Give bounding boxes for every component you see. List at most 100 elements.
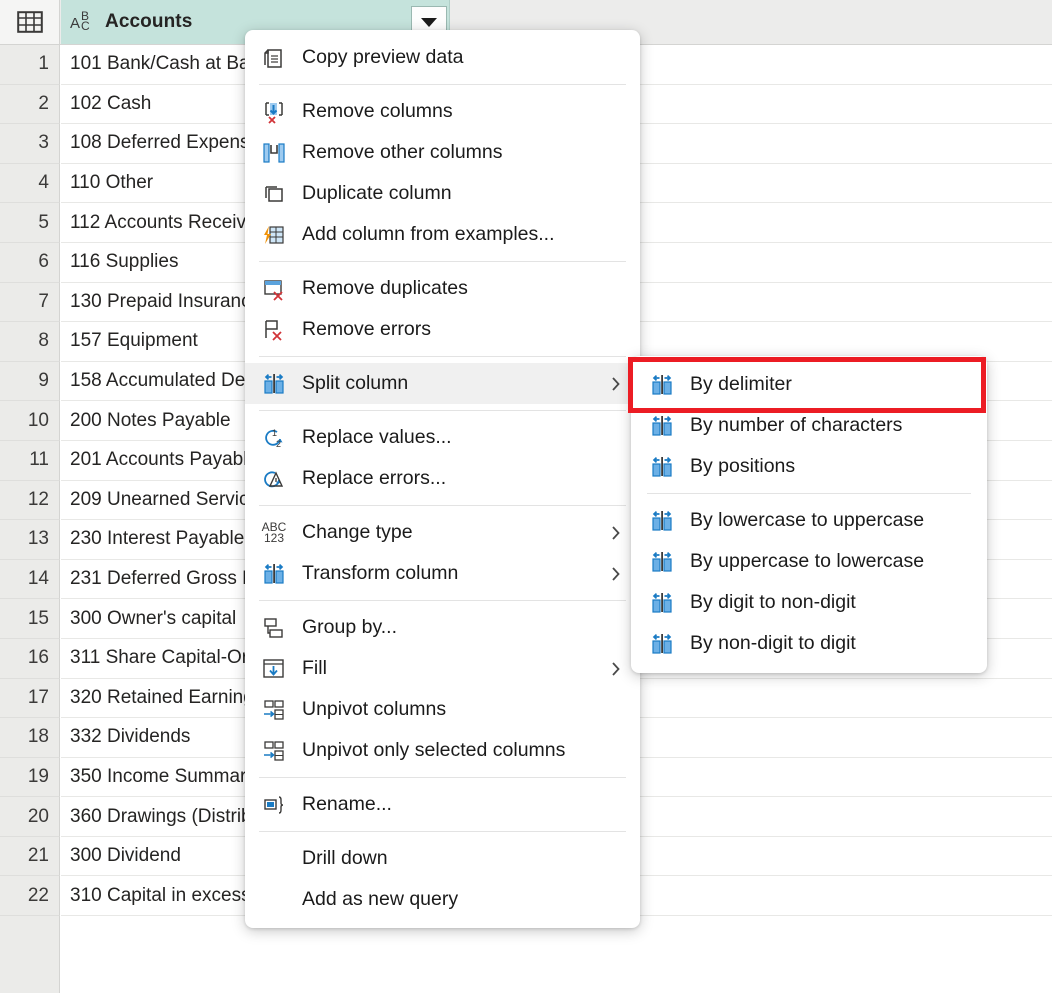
split-column-icon: [647, 589, 677, 617]
chevron-right-icon: [609, 373, 623, 395]
unpivot-columns-icon: [259, 696, 289, 724]
menu-item-unpivot-only-selected-columns[interactable]: Unpivot only selected columns: [245, 730, 640, 771]
remove-columns-icon: [259, 98, 289, 126]
row-number[interactable]: 1: [0, 45, 60, 85]
submenu-item-by-lowercase-to-uppercase[interactable]: By lowercase to uppercase: [631, 500, 987, 541]
row-number[interactable]: 4: [0, 164, 60, 204]
menu-item-label: By positions: [690, 455, 973, 478]
type-letter-c: C: [81, 19, 90, 33]
chevron-down-icon: [421, 18, 437, 27]
text-type-icon: A B C: [70, 9, 98, 35]
menu-item-remove-duplicates[interactable]: Remove duplicates: [245, 268, 640, 309]
row-number[interactable]: 12: [0, 481, 60, 521]
replace-errors-icon: [259, 465, 289, 493]
row-number[interactable]: 6: [0, 243, 60, 283]
row-number[interactable]: 3: [0, 124, 60, 164]
duplicate-column-icon: [259, 180, 289, 208]
submenu-item-by-digit-to-non-digit[interactable]: By digit to non-digit: [631, 582, 987, 623]
split-column-submenu[interactable]: By delimiter By number of characters By po…: [631, 356, 987, 673]
row-number[interactable]: 11: [0, 441, 60, 481]
menu-item-copy-preview-data[interactable]: Copy preview data: [245, 37, 640, 78]
menu-item-label: Remove duplicates: [302, 277, 626, 300]
menu-separator: [647, 493, 971, 494]
row-number[interactable]: 15: [0, 599, 60, 639]
menu-separator: [259, 356, 626, 357]
row-number[interactable]: 14: [0, 560, 60, 600]
row-number[interactable]: 10: [0, 401, 60, 441]
menu-item-label: Duplicate column: [302, 182, 626, 205]
menu-item-label: Replace values...: [302, 426, 626, 449]
row-number[interactable]: 9: [0, 362, 60, 402]
submenu-item-by-number-of-characters[interactable]: By number of characters: [631, 405, 987, 446]
menu-item-label: Split column: [302, 372, 609, 395]
transform-column-icon: [259, 560, 289, 588]
row-number[interactable]: 20: [0, 797, 60, 837]
row-number[interactable]: 17: [0, 679, 60, 719]
fill-down-icon: [259, 655, 289, 683]
row-number[interactable]: 7: [0, 283, 60, 323]
row-number[interactable]: 18: [0, 718, 60, 758]
menu-item-label: By lowercase to uppercase: [690, 509, 973, 532]
row-number[interactable]: 22: [0, 876, 60, 916]
submenu-item-by-delimiter[interactable]: By delimiter: [631, 364, 987, 405]
column-header-label: Accounts: [105, 11, 192, 33]
submenu-item-by-non-digit-to-digit[interactable]: By non-digit to digit: [631, 623, 987, 664]
menu-separator: [259, 777, 626, 778]
power-query-preview: A B C Accounts 1101 Bank/Cash at Bank210…: [0, 0, 1052, 993]
menu-item-label: Remove errors: [302, 318, 626, 341]
svg-text:2: 2: [276, 439, 281, 449]
menu-item-label: Add column from examples...: [302, 223, 626, 246]
table-grid-icon: [17, 11, 43, 33]
menu-item-add-as-new-query[interactable]: Add as new query: [245, 879, 640, 920]
row-number[interactable]: 5: [0, 203, 60, 243]
menu-item-remove-columns[interactable]: Remove columns: [245, 91, 640, 132]
menu-item-group-by[interactable]: Group by...: [245, 607, 640, 648]
column-context-menu[interactable]: Copy preview data Remove columns Remove ot…: [245, 30, 640, 928]
row-number[interactable]: 8: [0, 322, 60, 362]
split-column-icon: [647, 507, 677, 535]
menu-item-fill[interactable]: Fill: [245, 648, 640, 689]
submenu-item-by-uppercase-to-lowercase[interactable]: By uppercase to lowercase: [631, 541, 987, 582]
chevron-right-icon: [609, 563, 623, 585]
menu-item-label: By delimiter: [690, 373, 973, 396]
menu-item-label: By uppercase to lowercase: [690, 550, 973, 573]
menu-item-add-column-from-examples[interactable]: Add column from examples...: [245, 214, 640, 255]
row-number[interactable]: 19: [0, 758, 60, 798]
menu-item-replace-errors[interactable]: Replace errors...: [245, 458, 640, 499]
menu-separator: [259, 410, 626, 411]
split-column-icon: [647, 630, 677, 658]
menu-item-change-type[interactable]: ABC123Change type: [245, 512, 640, 553]
menu-item-split-column[interactable]: Split column: [245, 363, 640, 404]
submenu-item-by-positions[interactable]: By positions: [631, 446, 987, 487]
row-number[interactable]: 2: [0, 85, 60, 125]
menu-item-label: Remove other columns: [302, 141, 626, 164]
row-number[interactable]: 13: [0, 520, 60, 560]
replace-values-icon: 12: [259, 424, 289, 452]
copy-icon: [259, 44, 289, 72]
menu-separator: [259, 84, 626, 85]
menu-item-remove-errors[interactable]: Remove errors: [245, 309, 640, 350]
menu-item-drill-down[interactable]: Drill down: [245, 838, 640, 879]
grid-corner-cell[interactable]: [0, 0, 60, 44]
menu-item-label: Unpivot only selected columns: [302, 739, 626, 762]
menu-item-remove-other-columns[interactable]: Remove other columns: [245, 132, 640, 173]
unpivot-selected-icon: [259, 737, 289, 765]
menu-item-transform-column[interactable]: Transform column: [245, 553, 640, 594]
split-column-icon: [647, 453, 677, 481]
menu-item-replace-values[interactable]: 12 Replace values...: [245, 417, 640, 458]
menu-item-unpivot-columns[interactable]: Unpivot columns: [245, 689, 640, 730]
menu-item-label: Fill: [302, 657, 609, 680]
menu-item-duplicate-column[interactable]: Duplicate column: [245, 173, 640, 214]
menu-item-label: Change type: [302, 521, 609, 544]
menu-item-rename[interactable]: Rename...: [245, 784, 640, 825]
rename-icon: [259, 791, 289, 819]
svg-text:1: 1: [272, 428, 277, 438]
menu-separator: [259, 261, 626, 262]
row-number[interactable]: 16: [0, 639, 60, 679]
menu-item-label: Transform column: [302, 562, 609, 585]
menu-item-label: By digit to non-digit: [690, 591, 973, 614]
split-column-icon: [647, 412, 677, 440]
chevron-right-icon: [609, 522, 623, 544]
chevron-right-icon: [609, 658, 623, 680]
row-number[interactable]: 21: [0, 837, 60, 877]
